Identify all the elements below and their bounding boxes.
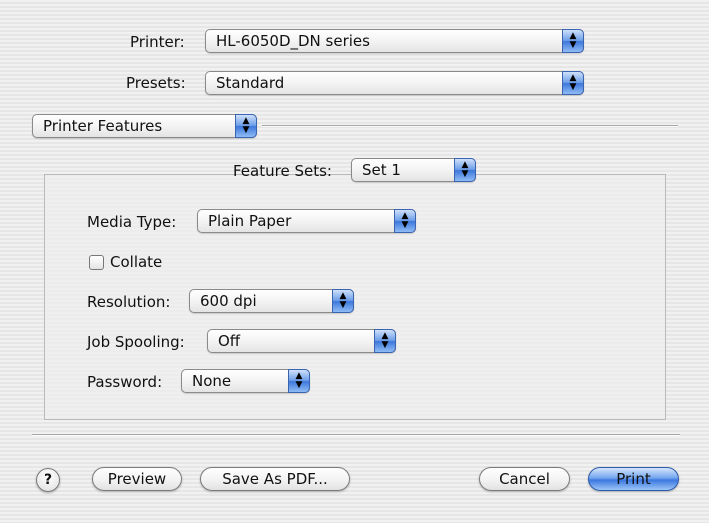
media-type-popup[interactable]: Plain Paper ▲ ▼	[197, 209, 416, 233]
resolution-popup[interactable]: 600 dpi ▲ ▼	[189, 289, 354, 313]
feature-sets-label: Feature Sets:	[233, 162, 332, 180]
updown-arrows-icon: ▲ ▼	[454, 158, 476, 182]
feature-sets-popup[interactable]: Set 1 ▲ ▼	[351, 158, 476, 182]
password-popup[interactable]: None ▲ ▼	[181, 369, 310, 393]
collate-label: Collate	[110, 253, 163, 271]
password-label: Password:	[87, 373, 163, 391]
presets-popup[interactable]: Standard ▲ ▼	[205, 71, 584, 95]
updown-arrows-icon: ▲ ▼	[562, 71, 584, 95]
panel-popup[interactable]: Printer Features ▲ ▼	[32, 114, 257, 138]
panel-separator	[262, 125, 678, 127]
preview-button[interactable]: Preview	[92, 467, 182, 491]
resolution-label: Resolution:	[87, 293, 171, 311]
updown-arrows-icon: ▲ ▼	[235, 114, 257, 138]
printer-value: HL-6050D_DN series	[216, 32, 370, 50]
updown-arrows-icon: ▲ ▼	[562, 29, 584, 53]
feature-sets-value: Set 1	[362, 161, 401, 179]
printer-label: Printer:	[130, 33, 185, 51]
panel-popup-value: Printer Features	[43, 117, 163, 135]
job-spooling-label: Job Spooling:	[87, 333, 185, 351]
printer-popup[interactable]: HL-6050D_DN series ▲ ▼	[205, 29, 584, 53]
resolution-value: 600 dpi	[200, 292, 257, 310]
job-spooling-popup[interactable]: Off ▲ ▼	[207, 329, 396, 353]
presets-label: Presets:	[126, 74, 186, 92]
collate-checkbox[interactable]	[89, 255, 104, 270]
presets-value: Standard	[216, 74, 285, 92]
media-type-value: Plain Paper	[208, 212, 292, 230]
updown-arrows-icon: ▲ ▼	[332, 289, 354, 313]
print-button[interactable]: Print	[588, 467, 679, 491]
bottom-separator	[32, 434, 680, 436]
updown-arrows-icon: ▲ ▼	[374, 329, 396, 353]
media-type-label: Media Type:	[87, 213, 177, 231]
updown-arrows-icon: ▲ ▼	[288, 369, 310, 393]
password-value: None	[192, 372, 232, 390]
save-as-pdf-button[interactable]: Save As PDF...	[200, 467, 350, 491]
updown-arrows-icon: ▲ ▼	[394, 209, 416, 233]
question-mark-icon[interactable]: ?	[36, 468, 60, 492]
job-spooling-value: Off	[218, 332, 241, 350]
cancel-button[interactable]: Cancel	[479, 467, 570, 491]
